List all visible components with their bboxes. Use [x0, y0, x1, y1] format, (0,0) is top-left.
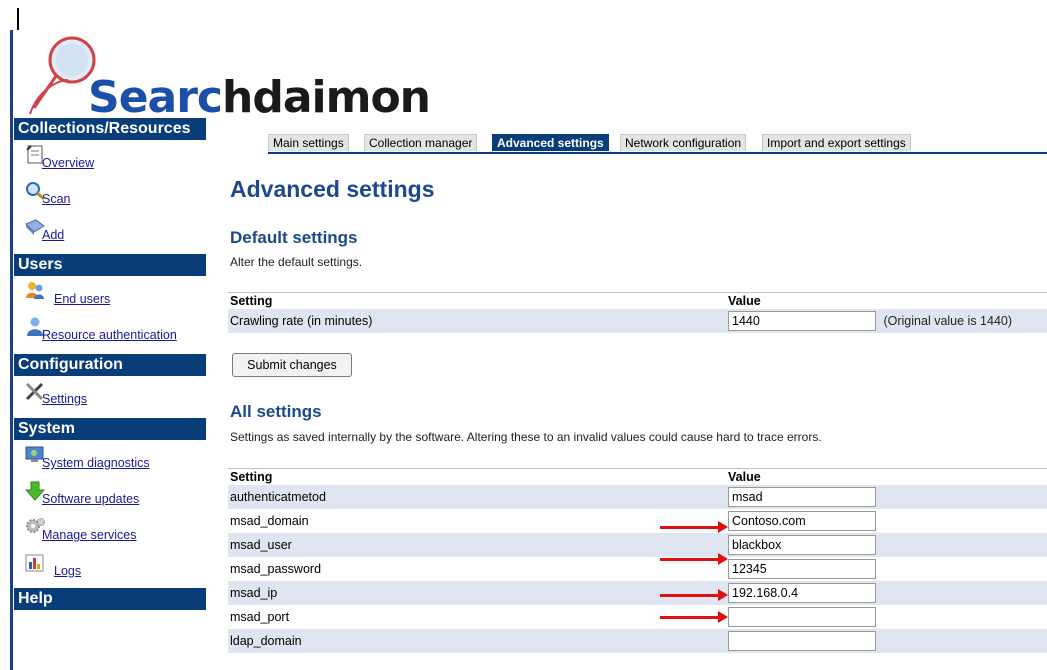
sidebar-item-end-users[interactable]: End users: [14, 276, 206, 312]
sidebar-item-settings[interactable]: Settings: [14, 376, 206, 412]
sidebar-item-label[interactable]: Resource authentication: [42, 328, 177, 342]
tab-advanced-settings[interactable]: Advanced settings: [492, 134, 609, 151]
setting-value-input[interactable]: [728, 535, 876, 555]
tab-main-settings[interactable]: Main settings: [268, 134, 349, 151]
tab-collection-manager[interactable]: Collection manager: [364, 134, 478, 151]
sidebar-item-software-updates[interactable]: Software updates: [14, 476, 206, 512]
sidebar-item-add[interactable]: Add: [14, 212, 206, 248]
sidebar-header-configuration: Configuration: [14, 354, 206, 376]
setting-name: Crawling rate (in minutes): [228, 309, 726, 333]
annotation-arrow-password: [660, 589, 728, 601]
sidebar-header-collections: Collections/Resources: [14, 118, 206, 140]
text-cursor-mark: [17, 8, 19, 30]
logo-text-blue: Searc: [88, 72, 223, 123]
sidebar-item-label[interactable]: Manage services: [42, 528, 137, 542]
setting-name: msad_user: [228, 533, 726, 557]
default-settings-table: Setting Value Crawling rate (in minutes)…: [228, 292, 1047, 333]
sidebar-nav: Collections/Resources Overview Scan Add …: [14, 118, 206, 610]
setting-name: msad_port: [228, 605, 726, 629]
sidebar-item-resource-authentication[interactable]: Resource authentication: [14, 312, 206, 348]
sidebar-item-scan[interactable]: Scan: [14, 176, 206, 212]
default-settings-heading: Default settings: [230, 228, 358, 247]
all-settings-heading: All settings: [230, 402, 322, 421]
searchdaimon-logo: Searchdaimon: [28, 30, 448, 123]
setting-value-input[interactable]: [728, 607, 876, 627]
sidebar-item-label[interactable]: End users: [54, 292, 110, 306]
all-settings-table: Setting Value authenticatmetod msad_doma…: [228, 468, 1047, 653]
table-row: authenticatmetod: [228, 485, 1047, 509]
sidebar-item-system-diagnostics[interactable]: System diagnostics: [14, 440, 206, 476]
annotation-arrow-ip: [660, 611, 728, 623]
setting-value-input[interactable]: [728, 583, 876, 603]
logo-text-dark: hdaimon: [222, 72, 431, 123]
tab-import-export-settings[interactable]: Import and export settings: [762, 134, 911, 151]
sidebar-header-help: Help: [14, 588, 206, 610]
chart-icon: [25, 554, 44, 572]
annotation-arrow-domain: [660, 521, 728, 533]
table-row: ldap_domain: [228, 629, 1047, 653]
column-header-setting: Setting: [228, 292, 726, 309]
column-header-value: Value: [726, 292, 1047, 309]
setting-value-input[interactable]: [728, 559, 876, 579]
sidebar-item-label[interactable]: Scan: [42, 192, 71, 206]
sidebar-item-label[interactable]: Settings: [42, 392, 87, 406]
left-border: [10, 30, 13, 670]
sidebar-item-label[interactable]: Overview: [42, 156, 94, 170]
annotation-arrow-user: [660, 553, 728, 565]
sidebar-item-label[interactable]: Logs: [54, 564, 81, 578]
logo-wordmark: Searchdaimon: [88, 72, 431, 123]
users-icon: [26, 282, 44, 299]
setting-value-input[interactable]: [728, 631, 876, 651]
page-title: Advanced settings: [230, 176, 435, 202]
setting-name: authenticatmetod: [228, 485, 726, 509]
table-row: msad_port: [228, 605, 1047, 629]
table-row: msad_ip: [228, 581, 1047, 605]
original-value-note: (Original value is 1440): [883, 314, 1013, 328]
all-settings-description: Settings as saved internally by the soft…: [230, 430, 822, 444]
sidebar-item-label[interactable]: System diagnostics: [42, 456, 150, 470]
settings-tabs: Main settings Collection manager Advance…: [268, 132, 1047, 154]
sidebar-item-manage-services[interactable]: Manage services: [14, 512, 206, 548]
submit-changes-button[interactable]: Submit changes: [232, 353, 352, 377]
setting-name: ldap_domain: [228, 629, 726, 653]
setting-value-input[interactable]: [728, 511, 876, 531]
sidebar-item-logs[interactable]: Logs: [14, 548, 206, 584]
setting-name: msad_domain: [228, 509, 726, 533]
sidebar-item-overview[interactable]: Overview: [14, 140, 206, 176]
sidebar-item-label[interactable]: Add: [42, 228, 64, 242]
tab-network-configuration[interactable]: Network configuration: [620, 134, 747, 151]
column-header-value: Value: [726, 468, 1047, 485]
table-row: msad_password: [228, 557, 1047, 581]
table-row: msad_user: [228, 533, 1047, 557]
default-settings-description: Alter the default settings.: [230, 255, 363, 269]
setting-name: msad_ip: [228, 581, 726, 605]
table-row: msad_domain: [228, 509, 1047, 533]
table-row: Crawling rate (in minutes) (Original val…: [228, 309, 1047, 333]
setting-value-input[interactable]: [728, 487, 876, 507]
column-header-setting: Setting: [228, 468, 726, 485]
sidebar-item-label[interactable]: Software updates: [42, 492, 139, 506]
crawling-rate-input[interactable]: [728, 311, 876, 331]
sidebar-header-system: System: [14, 418, 206, 440]
sidebar-header-users: Users: [14, 254, 206, 276]
setting-name: msad_password: [228, 557, 726, 581]
